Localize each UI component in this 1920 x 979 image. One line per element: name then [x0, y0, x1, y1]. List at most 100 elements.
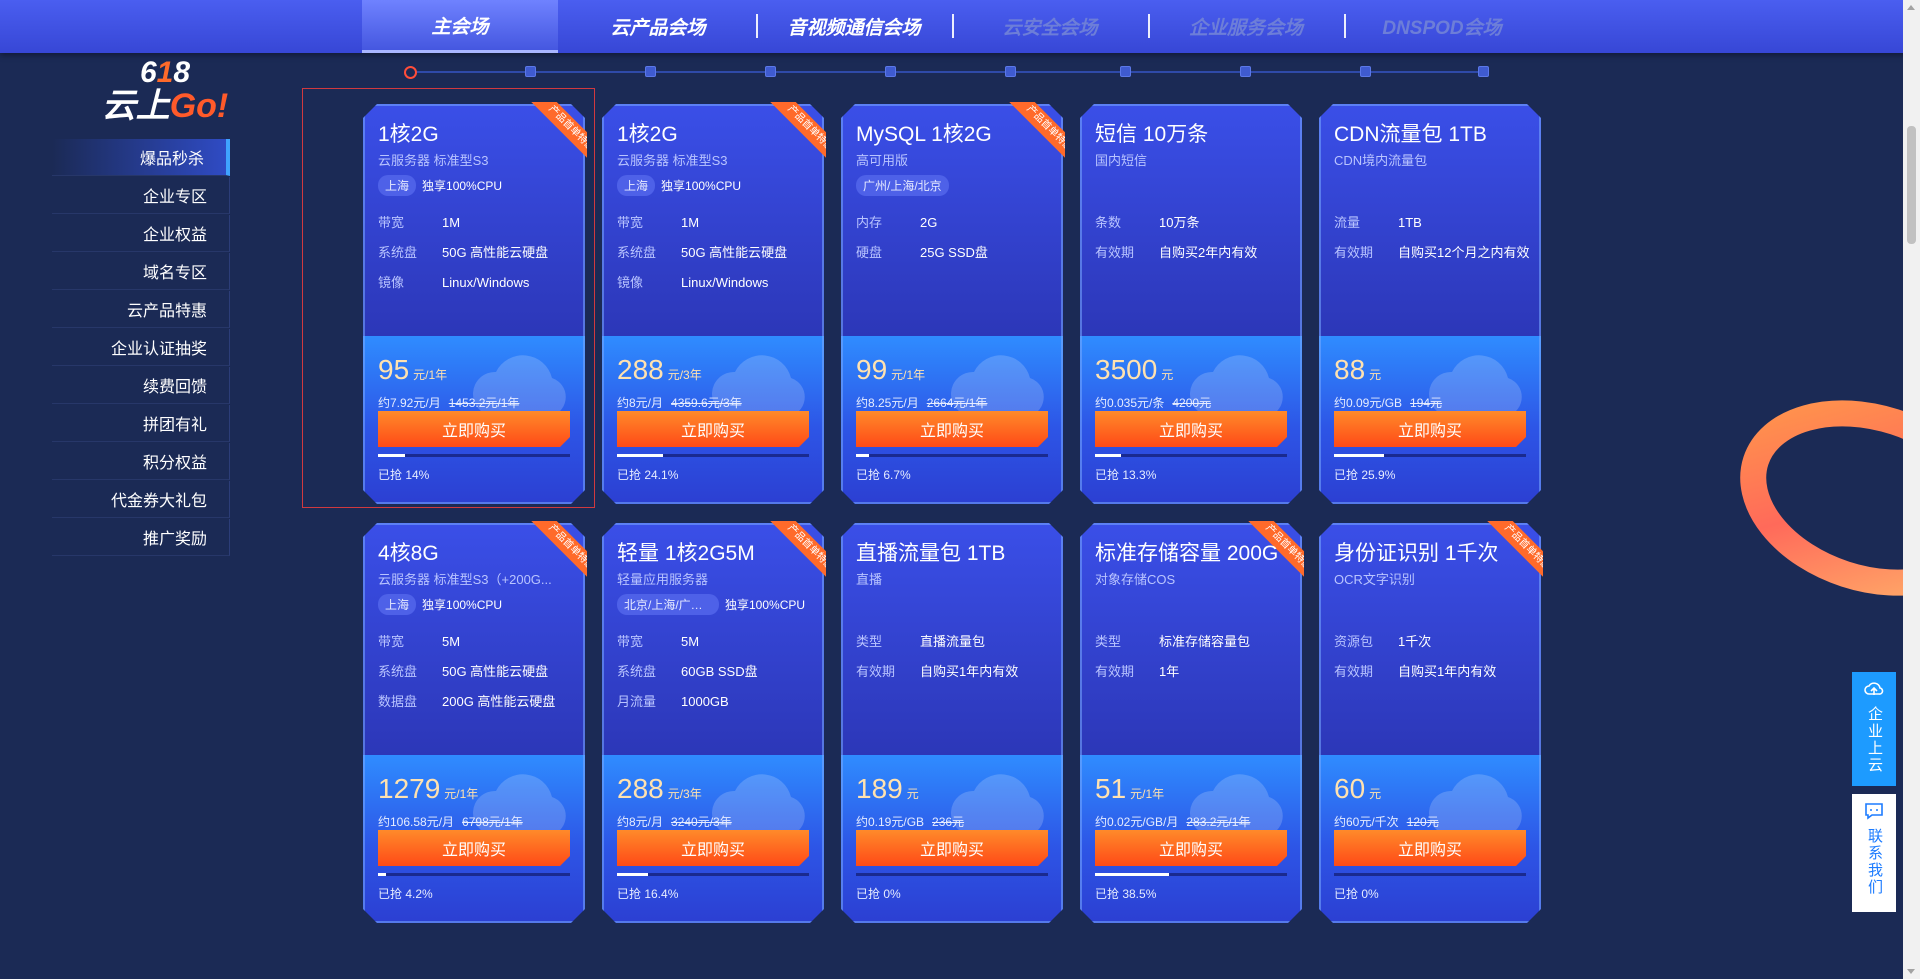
spec-key: 系统盘: [617, 245, 657, 260]
original-price: 4200元: [1172, 396, 1212, 410]
tab-enterprise-services[interactable]: 企业服务会场: [1148, 0, 1344, 53]
sidebar-item-points[interactable]: 积分权益: [52, 443, 230, 480]
card-subtitle: 高可用版: [856, 153, 909, 168]
product-card[interactable]: 产品首单特惠 1核2G 云服务器 标准型S3 上海 独享100%CPU 带宽 1…: [602, 102, 826, 504]
card-specs: 类型 标准存储容量包 有效期 1年: [1095, 634, 1295, 694]
sidebar-item-cloud-offers[interactable]: 云产品特惠: [52, 291, 230, 328]
spec-key: 数据盘: [378, 694, 418, 709]
tab-av-communication[interactable]: 音视频通信会场: [756, 0, 952, 53]
spec-key: 类型: [1095, 634, 1122, 649]
product-card[interactable]: 产品首单特惠 身份证识别 1千次 OCR文字识别 资源包 1千次 有效期 自购买…: [1319, 521, 1543, 923]
sold-progress-fill: [1095, 454, 1121, 457]
scroll-thumb[interactable]: [1907, 126, 1916, 244]
spec-key: 有效期: [1334, 664, 1374, 679]
sidebar-item-vouchers[interactable]: 代金券大礼包: [52, 481, 230, 518]
card-title: MySQL 1核2G: [856, 123, 992, 146]
card-price: 88 元: [1334, 354, 1381, 386]
card-price-detail: 约8元/月 3240元/3年: [617, 813, 732, 830]
sold-progress-bar: [1095, 873, 1287, 876]
cpu-tag: 独享100%CPU: [661, 179, 742, 193]
buy-now-button[interactable]: 立即购买: [1095, 830, 1287, 866]
page-scrollbar[interactable]: [1903, 0, 1920, 979]
price-value: 88: [1334, 354, 1366, 385]
price-unit: 元/1年: [891, 368, 926, 382]
sold-progress-bar: [1334, 454, 1526, 457]
cpu-tag: 独享100%CPU: [422, 598, 503, 612]
card-price-detail: 约0.09元/GB 194元: [1334, 394, 1442, 411]
sidebar-item-lottery[interactable]: 企业认证抽奖: [52, 329, 230, 366]
card-price-detail: 约0.02元/GB/月 283.2元/1年: [1095, 813, 1250, 830]
enterprise-cloud-label: 企业上云: [1866, 706, 1883, 774]
sidebar-item-renewal[interactable]: 续费回馈: [52, 367, 230, 404]
product-card[interactable]: 产品首单特惠 标准存储容量 200G 对象存储COS 类型 标准存储容量包 有效…: [1080, 521, 1304, 923]
monthly-price: 约0.035元/条: [1095, 396, 1165, 410]
card-price-detail: 约0.035元/条 4200元: [1095, 394, 1211, 411]
sidebar-item-referral[interactable]: 推广奖励: [52, 519, 230, 556]
sold-progress-bar: [1334, 873, 1526, 876]
timeline-dot: [1120, 66, 1131, 77]
price-value: 60: [1334, 773, 1366, 804]
product-card[interactable]: CDN流量包 1TB CDN境内流量包 流量 1TB 有效期 自购买12个月之内…: [1319, 104, 1541, 504]
original-price: 3240元/3年: [671, 815, 732, 829]
original-price: 2664元/1年: [926, 396, 988, 410]
buy-now-button[interactable]: 立即购买: [1334, 830, 1526, 866]
spec-row: 带宽 5M: [617, 634, 817, 650]
sold-percentage: 已抢 0%: [1334, 887, 1379, 901]
sidebar-item-domain-zone[interactable]: 域名专区: [52, 253, 230, 290]
spec-row: 类型 直播流量包: [856, 634, 1056, 650]
price-unit: 元: [906, 787, 919, 801]
contact-us-button[interactable]: 联系我们: [1852, 794, 1896, 912]
buy-now-button[interactable]: 立即购买: [617, 830, 809, 866]
spec-key: 月流量: [617, 694, 657, 709]
scroll-down-arrow[interactable]: [1907, 969, 1915, 974]
card-subtitle: 国内短信: [1095, 153, 1148, 168]
tab-cloud-security[interactable]: 云安全会场: [952, 0, 1148, 53]
timeline-dot: [1360, 66, 1371, 77]
spec-value: 自购买12个月之内有效: [1398, 245, 1530, 260]
spec-key: 内存: [856, 215, 883, 230]
card-price-detail: 约106.58元/月 6798元/1年: [378, 813, 523, 830]
sold-percentage: 已抢 4.2%: [378, 887, 433, 901]
sidebar-item-group-buy[interactable]: 拼团有礼: [52, 405, 230, 442]
sidebar-item-enterprise-benefits[interactable]: 企业权益: [52, 215, 230, 252]
price-unit: 元/3年: [667, 368, 702, 382]
spec-row: 有效期 自购买12个月之内有效: [1334, 245, 1534, 261]
card-subtitle: 对象存储COS: [1095, 572, 1176, 587]
spec-row: 月流量 1000GB: [617, 694, 817, 710]
buy-now-button[interactable]: 立即购买: [617, 411, 809, 447]
enterprise-cloud-button[interactable]: 企业上云: [1852, 672, 1896, 786]
spec-value: 10万条: [1159, 215, 1200, 230]
product-card[interactable]: 产品首单特惠 4核8G 云服务器 标准型S3（+200G... 上海 独享100…: [363, 521, 587, 923]
tab-cloud-products[interactable]: 云产品会场: [560, 0, 756, 53]
cpu-tag: 独享100%CPU: [725, 598, 806, 612]
spec-row: 流量 1TB: [1334, 215, 1534, 231]
spec-value: Linux/Windows: [681, 275, 769, 290]
product-card[interactable]: 产品首单特惠 MySQL 1核2G 高可用版 广州/上海/北京 内存 2G 硬盘…: [841, 102, 1065, 504]
buy-now-button[interactable]: 立即购买: [378, 830, 570, 866]
monthly-price: 约8元/月: [617, 815, 664, 829]
sidebar-item-flash-sale[interactable]: 爆品秒杀: [52, 139, 230, 176]
original-price: 120元: [1406, 815, 1439, 829]
sold-percentage: 已抢 13.3%: [1095, 468, 1157, 482]
product-card[interactable]: 产品首单特惠 轻量 1核2G5M 轻量应用服务器 北京/上海/广州... 独享1…: [602, 521, 826, 923]
spec-value: 1年: [1159, 664, 1180, 679]
product-card[interactable]: 短信 10万条 国内短信 条数 10万条 有效期 自购买2年内有效 3500 元 …: [1080, 104, 1302, 504]
buy-now-button[interactable]: 立即购买: [856, 411, 1048, 447]
buy-now-button[interactable]: 立即购买: [1095, 411, 1287, 447]
side-menu: 爆品秒杀 企业专区 企业权益 域名专区 云产品特惠 企业认证抽奖 续费回馈 拼团…: [52, 139, 230, 557]
scroll-up-arrow[interactable]: [1907, 5, 1915, 10]
tab-main-venue[interactable]: 主会场: [362, 0, 558, 53]
tab-dnspod[interactable]: DNSPOD会场: [1344, 0, 1540, 53]
spec-value: 60GB SSD盘: [681, 664, 758, 679]
buy-now-button[interactable]: 立即购买: [1334, 411, 1526, 447]
card-specs: 带宽 5M 系统盘 50G 高性能云硬盘 数据盘 200G 高性能云硬盘: [378, 634, 578, 724]
card-title: 4核8G: [378, 542, 439, 565]
buy-now-button[interactable]: 立即购买: [856, 830, 1048, 866]
sidebar-item-enterprise-zone[interactable]: 企业专区: [52, 177, 230, 214]
card-specs: 类型 直播流量包 有效期 自购买1年内有效: [856, 634, 1056, 694]
product-card[interactable]: 直播流量包 1TB 直播 类型 直播流量包 有效期 自购买1年内有效 189 元 …: [841, 523, 1063, 923]
price-unit: 元: [1369, 368, 1382, 382]
price-unit: 元/3年: [667, 787, 702, 801]
card-subtitle: 轻量应用服务器: [617, 572, 709, 587]
chat-icon: [1864, 802, 1884, 824]
